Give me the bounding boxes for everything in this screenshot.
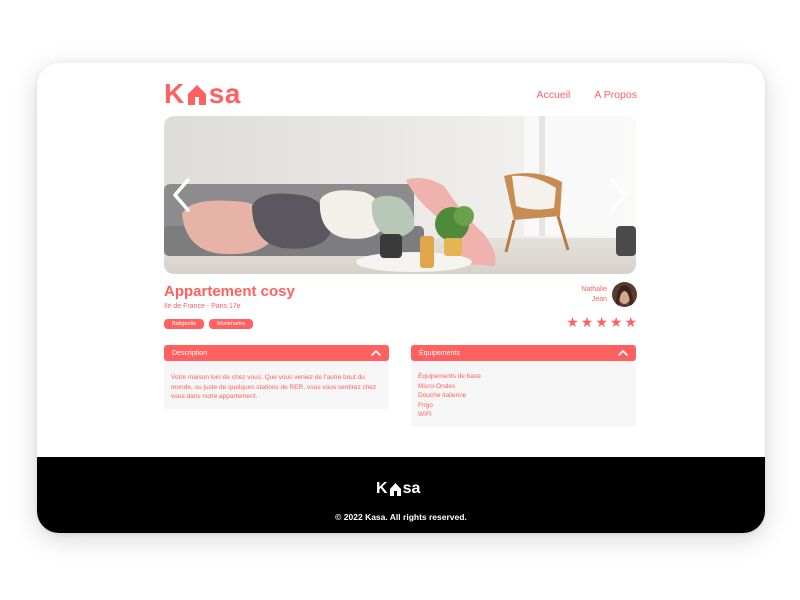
footer-logo-letters-sa: sa xyxy=(402,480,421,497)
tag-montmartre: Montmartre xyxy=(209,319,254,329)
footer-logo: K sa xyxy=(376,480,420,498)
chevron-up-icon xyxy=(371,350,381,356)
host-avatar xyxy=(612,282,637,307)
star-icon: ★ xyxy=(624,314,637,330)
star-icon: ★ xyxy=(566,314,579,330)
rating-stars: ★ ★ ★ ★ ★ xyxy=(566,314,637,331)
list-item: Frigo xyxy=(418,401,433,409)
logo-letter-k: K xyxy=(164,78,185,109)
carousel-prev-button[interactable] xyxy=(169,176,195,214)
star-icon: ★ xyxy=(595,314,608,330)
main-nav: Accueil A Propos xyxy=(537,89,637,101)
house-icon xyxy=(389,481,402,497)
equipments-toggle[interactable]: Équipements xyxy=(411,345,636,361)
kasa-logo[interactable]: K sa xyxy=(164,78,241,109)
listing-location: Ile de France - Paris 17e xyxy=(164,303,241,310)
list-item: Équipements de base xyxy=(418,373,481,380)
nav-link-accueil[interactable]: Accueil xyxy=(537,89,571,101)
host-info: Nathalie Jean xyxy=(581,282,637,307)
list-item: Micro-Ondes xyxy=(418,382,456,390)
equipments-collapse: Équipements Équipements de base Micro-On… xyxy=(411,345,636,427)
list-item: Douche italienne xyxy=(418,392,467,399)
host-name: Nathalie Jean xyxy=(581,285,607,305)
nav-link-a-propos[interactable]: A Propos xyxy=(594,89,637,101)
chevron-right-icon xyxy=(610,178,627,212)
host-last-name: Jean xyxy=(591,295,607,303)
description-label: Description xyxy=(172,349,208,357)
tag-batignolle: Batignolle xyxy=(164,319,205,329)
footer: K sa © 2022 Kasa. All rights reserved. xyxy=(37,457,765,533)
description-collapse: Description Votre maison loin de chez vo… xyxy=(164,345,389,409)
description-body: Votre maison loin de chez vous. Que vous… xyxy=(164,361,389,409)
footer-logo-letter-k: K xyxy=(376,480,388,497)
logo-letters-sa: sa xyxy=(208,78,241,109)
carousel-next-button[interactable] xyxy=(605,176,631,214)
browser-frame: K sa Accueil A Propos Appartement cosy I… xyxy=(37,63,765,533)
star-icon: ★ xyxy=(580,314,594,330)
tag-list: Batignolle Montmartre xyxy=(164,319,254,329)
listing-title: Appartement cosy xyxy=(164,283,295,300)
apartment-photo xyxy=(164,116,636,274)
equipments-body: Équipements de base Micro-Ondes Douche i… xyxy=(411,361,636,427)
copyright-text: © 2022 Kasa. All rights reserved. xyxy=(335,512,467,522)
star-icon: ★ xyxy=(609,314,623,330)
description-toggle[interactable]: Description xyxy=(164,345,389,361)
chevron-up-icon xyxy=(618,350,628,356)
host-first-name: Nathalie xyxy=(581,285,607,293)
equipments-label: Équipements xyxy=(419,349,460,357)
list-item: WIFI xyxy=(418,411,432,418)
chevron-left-icon xyxy=(173,178,190,212)
house-icon xyxy=(186,81,208,107)
photo-carousel xyxy=(164,116,636,274)
